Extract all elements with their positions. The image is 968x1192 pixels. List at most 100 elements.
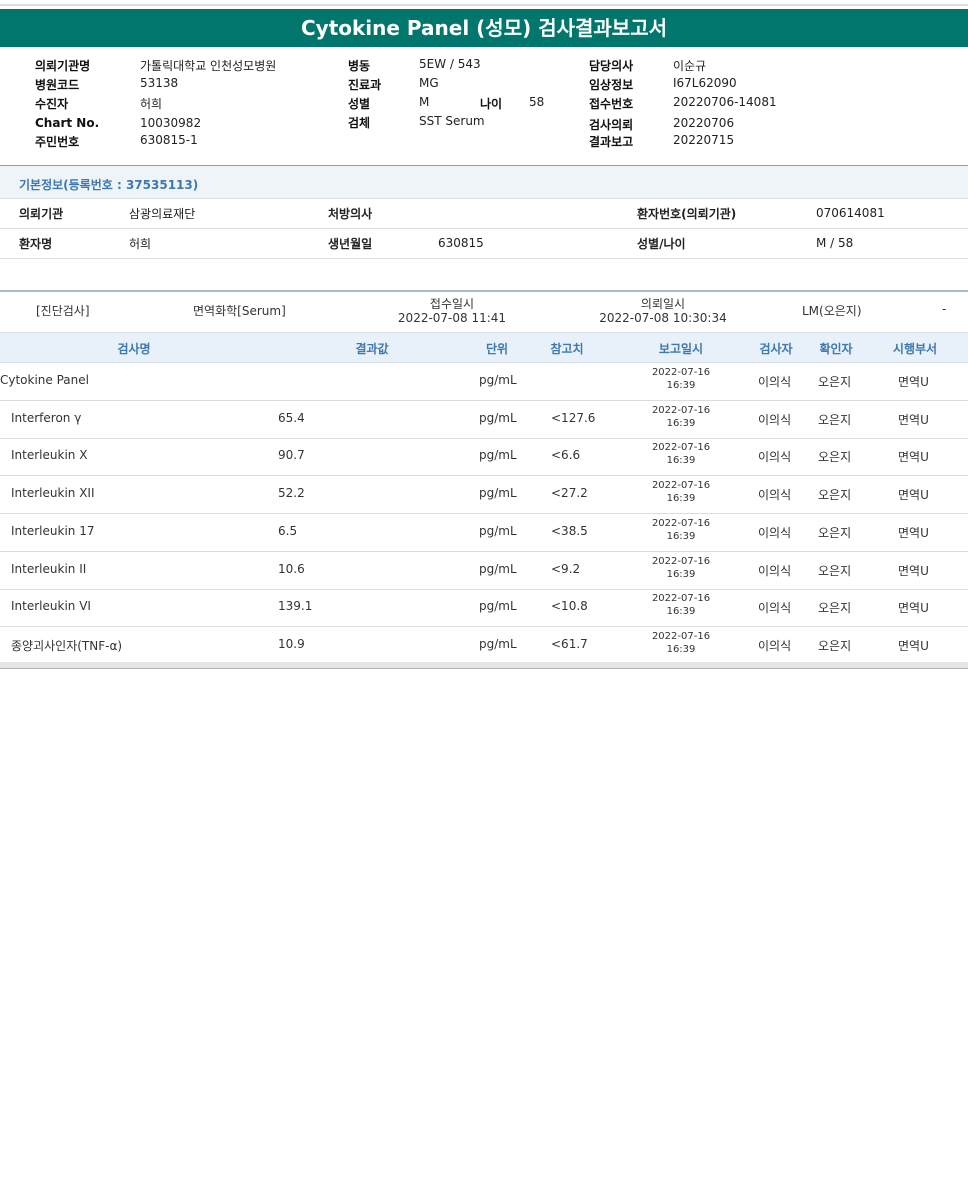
exam-divider	[0, 290, 968, 292]
institution-label: 의뢰기관명	[35, 59, 91, 73]
confirmer: 오은지	[818, 375, 852, 389]
department-label: 진료과	[348, 78, 382, 92]
th-result: 결과값	[355, 342, 389, 356]
exam-department: 면역화학[Serum]	[193, 304, 286, 318]
tester: 이의식	[758, 601, 792, 616]
specimen-label: 검체	[348, 116, 371, 130]
exam-request-value: 20220706	[673, 116, 735, 130]
dept: 면역U	[898, 525, 929, 540]
th-reference: 참고치	[550, 342, 584, 356]
requesting-inst-label: 의뢰기관	[19, 207, 64, 221]
confirmer: 오은지	[818, 601, 852, 616]
report-time: 16:39	[666, 417, 696, 429]
tester: 이의식	[758, 375, 792, 389]
report-time: 16:39	[666, 606, 696, 618]
dept: 면역U	[898, 563, 929, 578]
test-name: Interleukin VI	[11, 599, 91, 614]
report-date: 2022-07-16	[651, 517, 711, 529]
hospital-code-value: 53138	[140, 76, 179, 90]
confirmer: 오은지	[818, 450, 852, 465]
basic-info-bottom	[0, 258, 968, 259]
confirmer: 오은지	[818, 488, 852, 503]
report-date: 2022-07-16	[651, 593, 711, 605]
ward-value: 5EW / 543	[419, 57, 481, 71]
result-value: 139.1	[278, 599, 313, 614]
report-date: 2022-07-16	[651, 555, 711, 567]
exam-dash: -	[942, 302, 947, 316]
basic-info-title: 기본정보(등록번호 : 37535113)	[19, 178, 199, 192]
basic-info-divider	[0, 198, 968, 199]
unit: pg/mL	[479, 373, 517, 387]
unit: pg/mL	[479, 599, 517, 614]
sex-age-value: M / 58	[816, 236, 854, 250]
birthdate-value: 630815	[438, 236, 484, 250]
attending-doctor-label: 담당의사	[589, 59, 634, 73]
test-name: Cytokine Panel	[0, 373, 89, 387]
requesting-inst-value: 삼광의료재단	[129, 207, 196, 221]
result-value: 10.6	[278, 561, 305, 576]
report-time: 16:39	[666, 380, 696, 391]
requested-label: 의뢰일시	[640, 297, 686, 311]
result-value: 6.5	[278, 523, 298, 538]
th-unit: 단위	[485, 342, 509, 356]
unit: pg/mL	[479, 410, 517, 425]
age-value: 58	[529, 95, 545, 109]
test-name: 종양괴사인자(TNF-α)	[11, 638, 123, 653]
report-time: 16:39	[666, 530, 696, 542]
top-border	[0, 4, 968, 6]
requested-datetime: 2022-07-08 10:30:34	[599, 311, 727, 325]
tester: 이의식	[758, 412, 792, 427]
prescribing-doctor-label: 처방의사	[328, 207, 373, 221]
sex-label: 성별	[348, 97, 371, 111]
tester: 이의식	[758, 638, 792, 653]
table-footer-band	[0, 662, 968, 669]
tester: 이의식	[758, 450, 792, 465]
clinical-info-label: 임상정보	[589, 78, 634, 92]
reference-range: <6.6	[551, 448, 581, 463]
clinical-info-value: I67L62090	[673, 76, 737, 90]
institution-value: 가톨릭대학교 인천성모병원	[140, 59, 277, 73]
unit: pg/mL	[479, 448, 517, 463]
patient-name-label: 환자명	[19, 237, 53, 251]
receipt-no-label: 접수번호	[589, 97, 634, 111]
basic-row-divider	[0, 228, 968, 229]
receipt-no-value: 20220706-14081	[673, 95, 777, 109]
specimen-value: SST Serum	[419, 114, 485, 128]
test-name: Interleukin XII	[11, 486, 95, 501]
reference-range: <38.5	[551, 523, 588, 538]
confirmer: 오은지	[818, 638, 852, 653]
reference-range: <61.7	[551, 636, 588, 651]
report-time: 16:39	[666, 455, 696, 467]
test-name: Interferon γ	[11, 410, 82, 425]
chart-no-value: 10030982	[140, 116, 202, 130]
sex-age-label: 성별/나이	[637, 237, 686, 251]
report-date: 2022-07-16	[651, 630, 711, 642]
report-date: 2022-07-16	[651, 367, 711, 378]
reference-range: <10.8	[551, 599, 588, 614]
reference-range: <127.6	[551, 410, 596, 425]
test-name: Interleukin II	[11, 561, 87, 576]
unit: pg/mL	[479, 486, 517, 501]
reference-range: <9.2	[551, 561, 581, 576]
report-date: 2022-07-16	[651, 404, 711, 416]
th-dept: 시행부서	[892, 342, 938, 356]
resident-no-value: 630815-1	[140, 133, 198, 147]
hospital-code-label: 병원코드	[35, 78, 80, 92]
th-tester: 검사자	[759, 342, 793, 356]
age-label: 나이	[480, 97, 503, 111]
confirmer: 오은지	[818, 412, 852, 427]
result-value: 90.7	[278, 448, 305, 463]
received-label: 접수일시	[429, 297, 475, 311]
resident-no-label: 주민번호	[35, 135, 80, 149]
lab-manager: LM(오은지)	[802, 304, 862, 318]
tester: 이의식	[758, 525, 792, 540]
exam-request-label: 검사의뢰	[589, 118, 634, 132]
sex-value: M	[419, 95, 430, 109]
patient-label: 수진자	[35, 97, 69, 111]
dept: 면역U	[898, 601, 929, 616]
th-confirmer: 확인자	[819, 342, 853, 356]
tester: 이의식	[758, 563, 792, 578]
report-time: 16:39	[666, 493, 696, 505]
unit: pg/mL	[479, 561, 517, 576]
exam-category: [진단검사]	[36, 304, 90, 318]
